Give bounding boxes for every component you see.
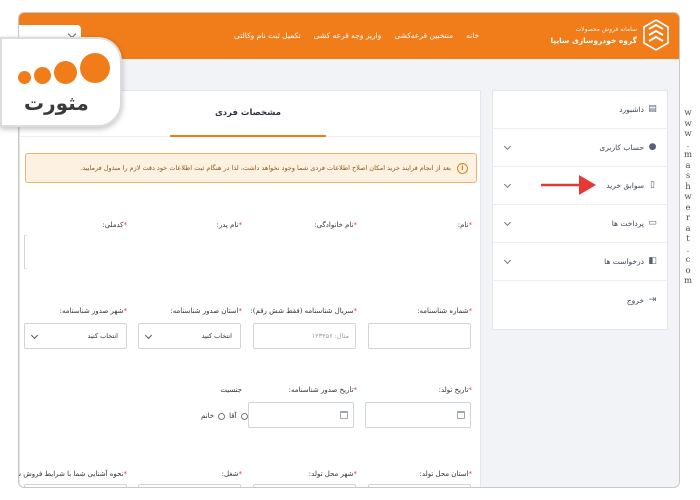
birth-date-label: *تاریخ تولد: [438, 386, 472, 394]
sidebar-item-label: سوابق خرید [606, 181, 644, 190]
id-number-label: *شماره شناسنامه: [417, 307, 472, 315]
gender-label: جنسیت [220, 386, 242, 394]
gender-radio-group: آقا خانم [201, 412, 248, 420]
mashwerat-logo-badge: مثورت [0, 37, 122, 127]
chevron-down-icon [30, 331, 39, 340]
issue-date-input[interactable] [248, 402, 354, 428]
id-number-input[interactable] [368, 323, 471, 349]
gender-female-radio[interactable] [218, 412, 226, 420]
sidebar-item-logout[interactable]: ⇥ خروج [493, 281, 667, 319]
gender-male-radio[interactable] [240, 412, 248, 420]
chevron-down-icon [144, 331, 153, 340]
issue-province-label: *استان صدور شناسنامه: [170, 307, 242, 315]
chevron-down-icon [503, 256, 512, 265]
sidebar-item-label: داشبورد [619, 105, 644, 114]
alert-text: بعد از انجام فرایند خرید امکان اصلاح اطل… [80, 164, 451, 172]
chevron-down-icon [503, 180, 512, 189]
dashboard-icon: ▤ [648, 104, 657, 114]
calendar-icon[interactable] [340, 411, 348, 419]
birth-city-label: *شهر محل تولد: [308, 470, 357, 478]
issue-date-label: *تاریخ صدور شناسنامه: [288, 386, 357, 394]
chevron-down-icon [503, 218, 512, 227]
sidebar-item-label: حساب کاربری [599, 143, 644, 152]
logout-icon: ⇥ [648, 294, 657, 305]
national-code-field[interactable] [24, 235, 27, 269]
info-icon: i [457, 162, 468, 174]
calendar-icon[interactable] [457, 411, 465, 419]
sidebar: ▤ داشبورد ● حساب کاربری ▯ سوابق خرید ▭ پ… [492, 90, 668, 330]
birth-date-input[interactable] [365, 402, 471, 428]
sidebar-item-payments[interactable]: ▭ پرداخت ها [493, 205, 667, 243]
select-value: انتخاب کنید [87, 332, 118, 340]
nav-home[interactable]: خانه [466, 31, 479, 40]
issue-city-select[interactable]: انتخاب کنید [24, 323, 127, 349]
id-serial-label: *سریال شناسنامه (فقط شش رقم): [250, 307, 357, 315]
brand-subtitle: سامانه فروش محصولات [575, 25, 637, 33]
main-nav: خانه منتخبین قرعه‌کشی واریز وجه قرعه کشی… [234, 31, 479, 40]
select-value: انتخاب کنید [201, 332, 232, 340]
red-arrow-icon [541, 175, 596, 195]
site-watermark: www.mashwerat.com [683, 108, 693, 286]
user-icon: ● [648, 142, 657, 152]
sidebar-item-label: درخواست ها [604, 257, 644, 266]
job-select[interactable] [138, 484, 241, 487]
birth-city-select[interactable] [253, 484, 356, 487]
warning-alert: i بعد از انجام فرایند خرید امکان اصلاح ا… [25, 153, 477, 183]
brand-name: گروه خودروسازی سایپا [550, 35, 637, 45]
saipa-logo-icon [643, 19, 669, 51]
birth-province-select[interactable] [368, 484, 471, 487]
sidebar-item-account[interactable]: ● حساب کاربری [493, 129, 667, 167]
sidebar-item-label: خروج [626, 295, 644, 305]
nav-lottery-deposit[interactable]: واریز وجه قرعه کشی [314, 31, 382, 40]
acquaintance-select[interactable] [24, 484, 127, 487]
document-icon: ▯ [650, 180, 655, 190]
first-name-label: *نام: [457, 221, 472, 229]
chevron-down-icon [503, 142, 512, 151]
birth-province-label: *استان محل تولد: [419, 470, 472, 478]
tab-personal-info[interactable]: مشخصات فردی [170, 91, 326, 137]
national-code-label: *کدملی: [102, 221, 127, 229]
id-serial-input[interactable]: مثال: ۱۲۳۴۵۶ [253, 323, 356, 349]
personal-info-panel: مشخصات فردی i بعد از انجام فرایند خرید ا… [19, 90, 481, 487]
sidebar-item-requests[interactable]: ◧ درخواست ها [493, 243, 667, 281]
sidebar-item-label: پرداخت ها [611, 219, 644, 228]
requests-icon: ◧ [648, 256, 657, 266]
logo-text: مثورت [24, 91, 89, 115]
acquaintance-label: *نحوه آشنایی شما با شرایط فروش سایپا: [19, 470, 127, 478]
sidebar-item-dashboard[interactable]: ▤ داشبورد [493, 91, 667, 129]
last-name-label: *نام خانوادگی: [314, 221, 357, 229]
job-label: *شغل: [221, 470, 242, 478]
nav-lottery-winners[interactable]: منتخبین قرعه‌کشی [394, 31, 453, 40]
id-serial-placeholder: مثال: ۱۲۳۴۵۶ [311, 332, 349, 340]
gender-male-label: آقا [229, 412, 237, 420]
father-name-label: *نام پدر: [216, 221, 242, 229]
gender-female-label: خانم [201, 412, 215, 420]
payment-icon: ▭ [648, 218, 657, 228]
issue-province-select[interactable]: انتخاب کنید [138, 323, 241, 349]
brand[interactable]: سامانه فروش محصولات گروه خودروسازی سایپا [550, 19, 669, 51]
issue-city-label: *شهر صدور شناسنامه: [59, 307, 127, 315]
nav-proxy-registration[interactable]: تکمیل ثبت نام وکالتی [234, 31, 301, 40]
